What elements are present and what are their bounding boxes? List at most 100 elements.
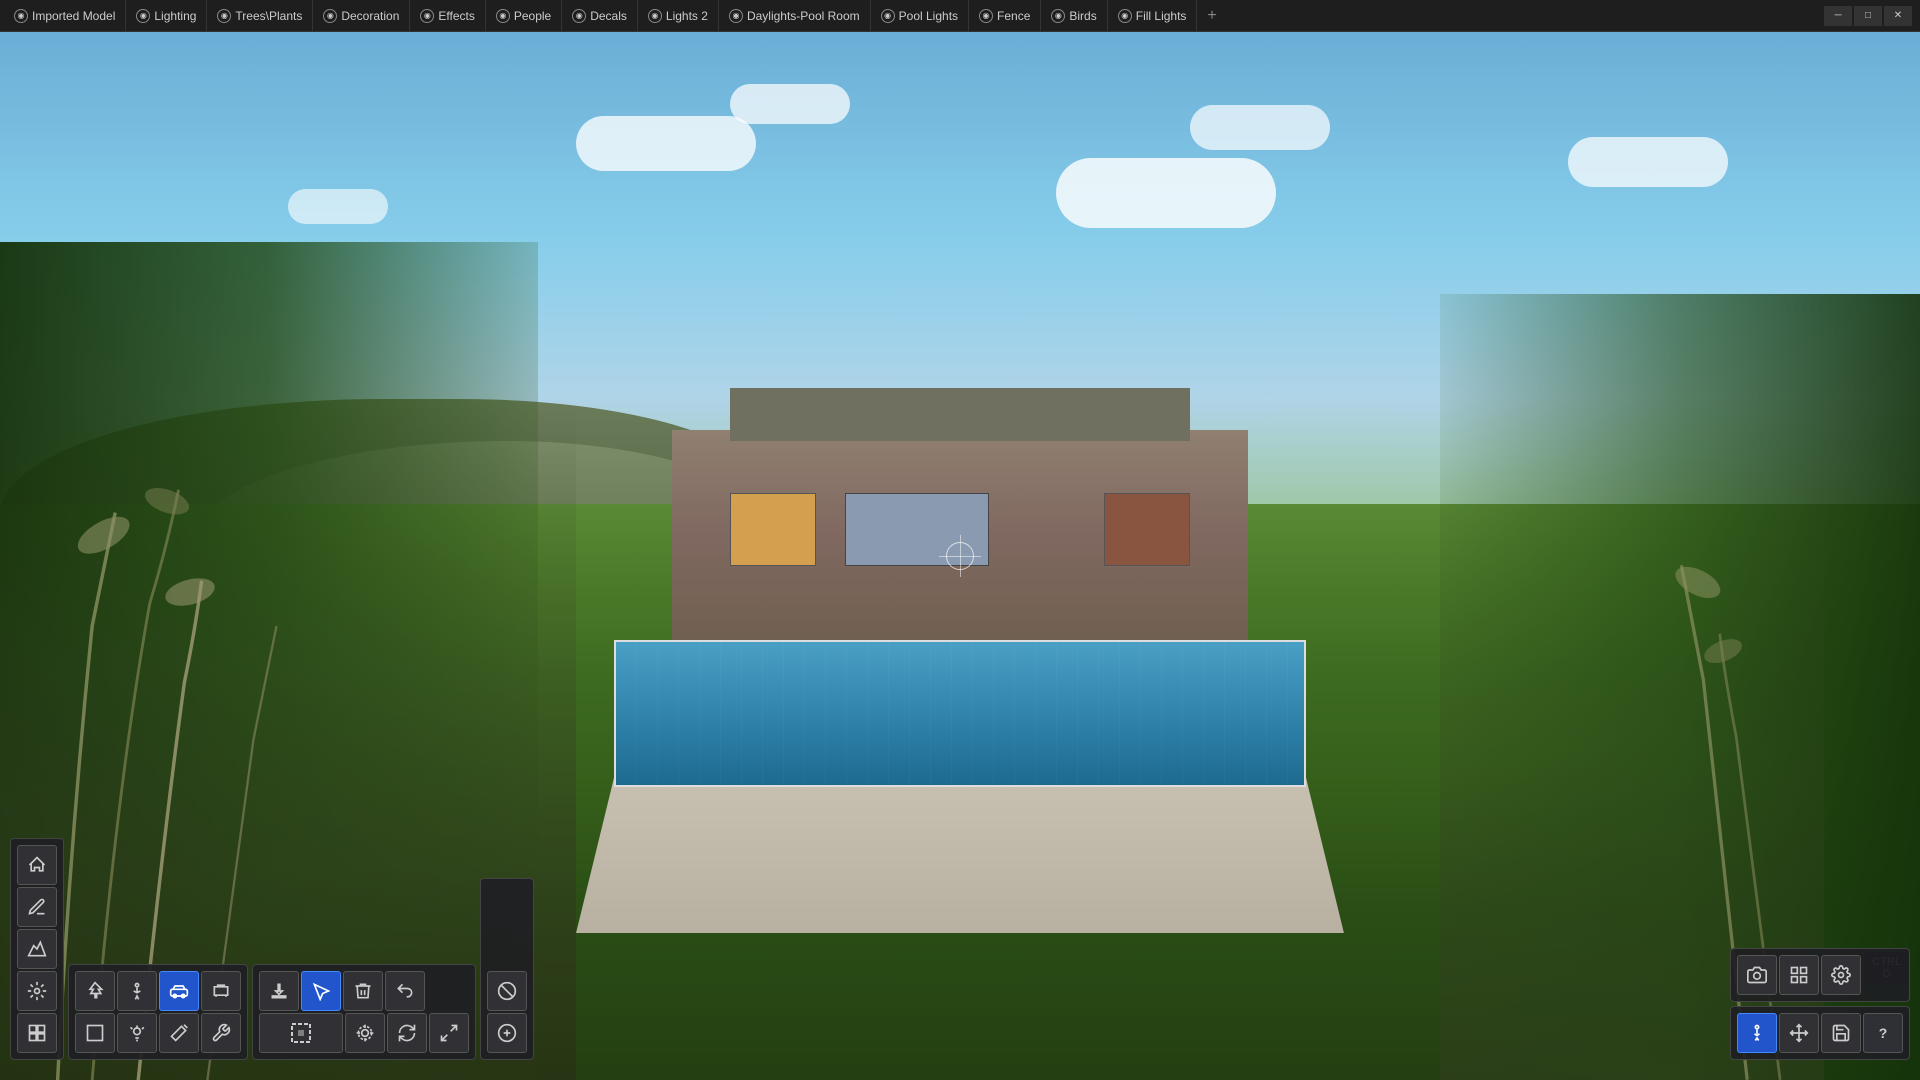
transform-panel [252,964,476,1060]
car-button[interactable] [159,971,199,1011]
nav-row-4 [17,971,57,1011]
cloud [1568,137,1728,187]
tab-pool-lights[interactable]: ◉ Pool Lights [871,0,969,31]
home-button[interactable] [17,845,57,885]
extra-row-3 [487,1013,527,1053]
cloud [576,116,756,171]
extra-btn-2[interactable] [487,1013,527,1053]
close-button[interactable]: ✕ [1884,6,1912,26]
right-top-panel [1730,948,1910,1002]
extra-btn-1[interactable] [487,971,527,1011]
tab-label-fence: Fence [997,9,1030,23]
person-button[interactable] [117,971,157,1011]
tab-label-pool-lights: Pool Lights [899,9,958,23]
right-toolbar: ? [1730,948,1910,1060]
object-row-1 [75,971,241,1011]
cloud [1190,105,1330,150]
tree-button[interactable] [75,971,115,1011]
tab-label-effects: Effects [438,9,474,23]
tab-icon-pool-lights: ◉ [881,9,895,23]
settings-right-button[interactable] [1821,955,1861,995]
object-panel [68,964,248,1060]
tab-icon-lighting: ◉ [136,9,150,23]
cloud [1056,158,1276,228]
box-button[interactable] [75,1013,115,1053]
select-button[interactable] [301,971,341,1011]
tab-lights2[interactable]: ◉Lights 2 [638,0,719,31]
tab-icon-effects: ◉ [420,9,434,23]
minimize-button[interactable]: ─ [1824,6,1852,26]
nav-row-5 [17,1013,57,1053]
arrows-button[interactable] [1779,1013,1819,1053]
tab-label-daylights-pool-room: Daylights-Pool Room [747,9,860,23]
figure-button[interactable] [1737,1013,1777,1053]
undo-button[interactable] [385,971,425,1011]
delete-button[interactable] [343,971,383,1011]
tab-label-decals: Decals [590,9,627,23]
bottom-toolbar [10,838,538,1060]
light-button[interactable] [117,1013,157,1053]
topbar: ◉ Imported Model ◉ Lighting ◉ Trees\Plants ◉ De… [0,0,1920,32]
tab-fill-lights[interactable]: ◉ Fill Lights [1108,0,1198,31]
save-button[interactable] [1821,1013,1861,1053]
tab-daylights-pool-room[interactable]: ◉ Daylights-Pool Room [719,0,871,31]
tab-imported-model[interactable]: ◉ Imported Model [4,0,126,31]
tab-effects[interactable]: ◉ Effects [410,0,485,31]
swimming-pool [614,640,1305,787]
tab-label-trees-plants: Trees\Plants [235,9,302,23]
house-roof [730,388,1191,440]
import-button[interactable] [259,971,299,1011]
wand-button[interactable] [159,1013,199,1053]
extra-row-2 [487,971,527,1011]
tab-icon-daylights-pool-room: ◉ [729,9,743,23]
add-tab-button[interactable]: + [1197,0,1226,31]
terrain-button[interactable] [17,929,57,969]
object-row-2 [75,1013,241,1053]
cloud [288,189,388,224]
maximize-button[interactable]: □ [1854,6,1882,26]
paint-button[interactable] [17,887,57,927]
tab-icon-fill-lights: ◉ [1118,9,1132,23]
furniture-button[interactable] [201,971,241,1011]
extra-panel [480,878,534,1060]
tab-label-fill-lights: Fill Lights [1136,9,1187,23]
nav-row-2 [17,887,57,927]
tab-label-birds: Birds [1069,9,1096,23]
window-controls: ─ □ ✕ [1824,6,1916,26]
tab-icon-decoration: ◉ [323,9,337,23]
tab-people[interactable]: ◉People [486,0,562,31]
right-bottom-panel: ? [1730,1006,1910,1060]
tab-decoration[interactable]: ◉ Decoration [313,0,410,31]
tab-trees-plants[interactable]: ◉ Trees\Plants [207,0,313,31]
cloud [730,84,850,124]
rotate-button[interactable] [387,1013,427,1053]
help-button[interactable]: ? [1863,1013,1903,1053]
tab-label-imported-model: Imported Model [32,9,115,23]
camera-button[interactable] [1737,955,1777,995]
tab-icon-birds: ◉ [1051,9,1065,23]
transform-row-2 [259,1013,469,1053]
extra-row-1 [487,885,527,969]
object-view-button[interactable] [17,1013,57,1053]
tab-icon-imported-model: ◉ [14,9,28,23]
bounding-box-button[interactable] [259,1013,343,1053]
tab-fence[interactable]: ◉ Fence [969,0,1041,31]
tab-label-decoration: Decoration [341,9,399,23]
wrench-button[interactable] [201,1013,241,1053]
tab-label-lights2: Lights 2 [666,9,708,23]
tab-icon-trees-plants: ◉ [217,9,231,23]
viewport-crosshair [946,542,974,570]
tab-icon-people: ◉ [496,9,510,23]
snap-button[interactable] [345,1013,385,1053]
effects-button[interactable] [17,971,57,1011]
tab-lighting[interactable]: ◉ Lighting [126,0,207,31]
nav-row-3 [17,929,57,969]
patio-walkway [576,776,1344,933]
grid-button[interactable] [1779,955,1819,995]
expand-button[interactable] [429,1013,469,1053]
tab-icon-decals: ◉ [572,9,586,23]
tab-decals[interactable]: ◉ Decals [562,0,638,31]
tab-icon-fence: ◉ [979,9,993,23]
tab-label-lighting: Lighting [154,9,196,23]
tab-birds[interactable]: ◉ Birds [1041,0,1107,31]
